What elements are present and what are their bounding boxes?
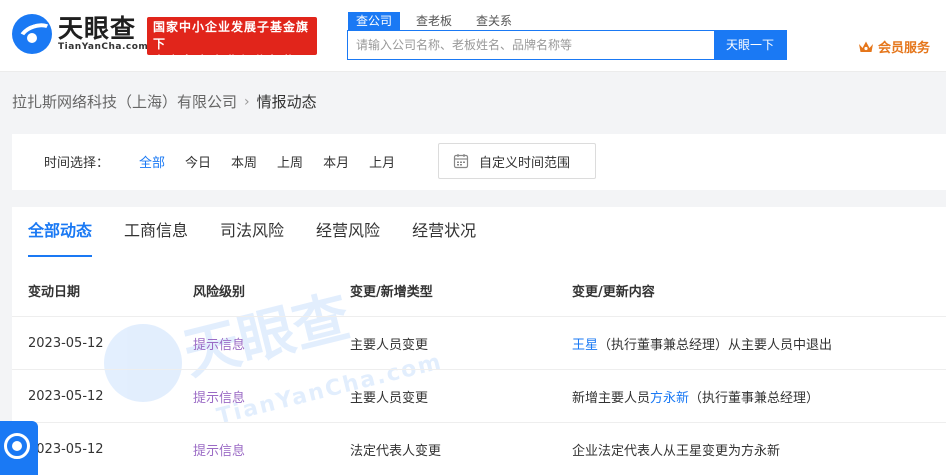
search-input[interactable] [348, 31, 714, 59]
col-header-content: 变更/更新内容 [572, 285, 655, 300]
tab-all-dynamics[interactable]: 全部动态 [28, 207, 93, 257]
breadcrumb-company[interactable]: 拉扎斯网络科技（上海）有限公司 [12, 91, 237, 112]
row-date: 2023-05-12 [28, 335, 104, 351]
col-header-date: 变动日期 [28, 285, 81, 300]
table-row: 2023-05-12 提示信息 主要人员变更 王星（执行董事兼总经理）从主要人员… [12, 317, 946, 370]
tab-operation-risk[interactable]: 经营风险 [316, 207, 380, 257]
time-filter-options: 全部 今日 本周 上周 本月 上月 [139, 152, 415, 171]
search-type-tabs: 查公司 查老板 查关系 [348, 12, 528, 30]
filter-option-today[interactable]: 今日 [185, 152, 211, 171]
row-risk-level[interactable]: 提示信息 [193, 334, 350, 353]
table-header-row: 变动日期 风险级别 变更/新增类型 变更/更新内容 [12, 265, 946, 317]
person-link[interactable]: 方永新 [650, 391, 689, 406]
breadcrumb-separator: › [244, 93, 250, 110]
filter-option-last-week[interactable]: 上周 [277, 152, 303, 171]
person-link[interactable]: 王星 [572, 338, 598, 353]
filter-option-this-month[interactable]: 本月 [323, 152, 349, 171]
crown-icon [859, 41, 873, 52]
row-date: 2023-05-12 [28, 388, 104, 404]
tab-business-info[interactable]: 工商信息 [124, 207, 188, 257]
row-change-content: 企业法定代表人从王星变更为方永新 [572, 443, 781, 459]
filter-option-all[interactable]: 全部 [139, 152, 165, 171]
custom-time-range-label: 自定义时间范围 [479, 155, 571, 171]
tab-operation-status[interactable]: 经营状况 [412, 207, 476, 257]
search-box: 天眼一下 [347, 30, 787, 60]
table-row: 2023-05-12 提示信息 法定代表人变更 企业法定代表人从王星变更为方永新 [12, 423, 946, 475]
row-change-type: 主要人员变更 [350, 390, 429, 406]
dynamics-card: 全部动态 工商信息 司法风险 经营风险 经营状况 天眼查 TianYanCha.… [12, 207, 946, 475]
dynamics-table: 变动日期 风险级别 变更/新增类型 变更/更新内容 2023-05-12 提示信… [12, 265, 946, 475]
vip-service-link[interactable]: 会员服务 [858, 37, 930, 56]
top-header: 天眼查 TianYanCha.com 国家中小企业发展子基金旗下 官方备案企业征… [0, 0, 946, 72]
search-tab-company[interactable]: 查公司 [348, 12, 401, 30]
row-change-content: 王星（执行董事兼总经理）从主要人员中退出 [572, 337, 833, 353]
tianyancha-logo-icon [12, 14, 52, 54]
filter-option-this-week[interactable]: 本周 [231, 152, 257, 171]
vip-service-label: 会员服务 [878, 41, 931, 56]
logo-title: 天眼查 [58, 13, 137, 43]
col-header-type: 变更/新增类型 [350, 285, 433, 300]
floating-app-button[interactable] [0, 421, 38, 475]
search-button[interactable]: 天眼一下 [714, 31, 786, 59]
official-badge: 国家中小企业发展子基金旗下 官方备案企业征信机构 [147, 17, 317, 68]
calendar-icon [453, 154, 469, 169]
row-risk-level[interactable]: 提示信息 [193, 440, 350, 459]
filter-option-last-month[interactable]: 上月 [369, 152, 395, 171]
row-change-type: 主要人员变更 [350, 337, 429, 353]
table-row: 2023-05-12 提示信息 主要人员变更 新增主要人员方永新（执行董事兼总经… [12, 370, 946, 423]
logo-subtitle: TianYanCha.com [58, 41, 149, 52]
search-tab-boss[interactable]: 查老板 [408, 12, 460, 30]
custom-time-range-button[interactable]: 自定义时间范围 [438, 143, 596, 179]
tab-judicial-risk[interactable]: 司法风险 [220, 207, 284, 257]
row-risk-level[interactable]: 提示信息 [193, 387, 350, 406]
site-logo[interactable]: 天眼查 TianYanCha.com [12, 14, 148, 54]
category-tabs: 全部动态 工商信息 司法风险 经营风险 经营状况 [28, 207, 508, 257]
row-date: 2023-05-12 [28, 441, 104, 457]
breadcrumb-current: 情报动态 [256, 93, 317, 111]
row-change-type: 法定代表人变更 [350, 443, 442, 459]
row-change-content: 新增主要人员方永新（执行董事兼总经理） [572, 390, 820, 406]
breadcrumb: 拉扎斯网络科技（上海）有限公司 › 情报动态 [12, 91, 317, 112]
time-filter-bar: 时间选择： 全部 今日 本周 上周 本月 上月 自定义时间范围 [12, 134, 946, 190]
search-tab-relation[interactable]: 查关系 [468, 12, 520, 30]
time-filter-label: 时间选择： [44, 156, 110, 171]
col-header-risk: 风险级别 [193, 285, 246, 300]
